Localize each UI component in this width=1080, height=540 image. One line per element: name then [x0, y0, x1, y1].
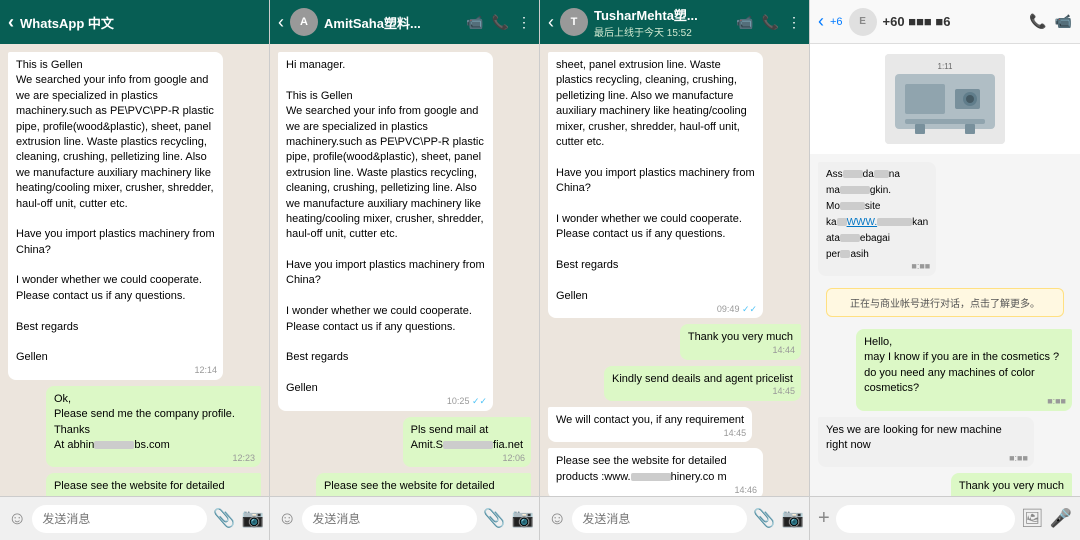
- video-icon[interactable]: 📹: [1055, 13, 1072, 30]
- machine-image: 1:11: [885, 54, 1005, 144]
- panel-tusharmehta: ‹ T TusharMehta塑... 最后上线于今天 15:52 📹 📞 ⋮ …: [540, 0, 810, 540]
- panel1-header: ‹ WhatsApp 中文: [0, 0, 269, 44]
- msg-time: 12:14: [195, 364, 218, 377]
- msg-bubble: We will contact you, if any requirement …: [548, 407, 752, 442]
- panel1-title: WhatsApp 中文: [20, 13, 261, 32]
- avatar: A: [290, 8, 318, 36]
- business-notice[interactable]: 正在与商业帐号进行对话，点击了解更多。: [826, 288, 1064, 317]
- msg-time: 12:06: [502, 452, 525, 465]
- msg-time: ■:■■: [1009, 452, 1028, 465]
- msg-time: ■:■■: [911, 260, 930, 273]
- message-input[interactable]: [302, 505, 477, 533]
- avatar: E: [849, 8, 877, 36]
- svg-text:1:11: 1:11: [938, 62, 954, 71]
- message-input[interactable]: [32, 505, 207, 533]
- msg-time: 14:46: [735, 484, 758, 496]
- more-icon[interactable]: ⋮: [517, 14, 531, 31]
- msg-time: 12:23: [232, 452, 255, 465]
- msg-bubble: Yes we are looking for new machine right…: [818, 417, 1034, 468]
- message-input[interactable]: [836, 505, 1015, 533]
- msg-time: ■:■■: [1047, 395, 1066, 408]
- back-icon[interactable]: ‹: [278, 12, 284, 33]
- msg-bubble: Hi manager.This is GellenWe searched you…: [278, 52, 493, 411]
- emoji-icon[interactable]: ☺: [548, 508, 566, 529]
- emoji-icon[interactable]: ☺: [278, 508, 296, 529]
- msg-bubble: Thank you very much ✓✓: [951, 473, 1072, 496]
- camera-icon[interactable]: 📷: [782, 508, 804, 529]
- panel-contact: ‹ +6 E +60 ■■■ ■6 📞 📹 1:11: [810, 0, 1080, 540]
- mic-icon[interactable]: 🎤: [1050, 508, 1072, 529]
- contact-count: +6: [830, 16, 843, 28]
- panel-whatsapp-chinese: ‹ WhatsApp 中文 This is GellenWe searched …: [0, 0, 270, 540]
- panel2-title: AmitSaha塑料...: [324, 13, 466, 32]
- panel4-messages: Assdana magkin. Mosite kaWWW.kan ataebag…: [810, 154, 1080, 496]
- panel3-title: TusharMehta塑...: [594, 5, 736, 24]
- panel2-messages: Hi manager.This is GellenWe searched you…: [270, 44, 539, 496]
- plus-icon[interactable]: +: [818, 507, 830, 530]
- msg-bubble: Pls send mail atAmit.Sfia.net 12:06: [403, 417, 531, 468]
- msg-bubble: Thank you very much 14:44: [680, 324, 801, 359]
- msg-bubble: Assdana magkin. Mosite kaWWW.kan ataebag…: [818, 162, 936, 276]
- panel2-header: ‹ A AmitSaha塑料... 📹 📞 ⋮: [270, 0, 539, 44]
- msg-time: 14:44: [772, 344, 795, 357]
- panel3-header: ‹ T TusharMehta塑... 最后上线于今天 15:52 📹 📞 ⋮: [540, 0, 809, 44]
- panel3-input-bar: ☺ 📎 📷 🎤: [540, 496, 809, 540]
- msg-bubble: Ok,Please send me the company profile. T…: [46, 386, 261, 468]
- back-icon[interactable]: ‹: [548, 12, 554, 33]
- panel2-input-bar: ☺ 📎 📷 🎤: [270, 496, 539, 540]
- back-icon[interactable]: ‹: [818, 11, 824, 32]
- msg-time: ✓✓: [1051, 493, 1066, 496]
- panel1-input-bar: ☺ 📎 📷 🎤: [0, 496, 269, 540]
- machine-svg: 1:11: [885, 54, 1005, 144]
- gallery-icon[interactable]: 🖼: [1021, 508, 1044, 529]
- video-icon[interactable]: 📹: [466, 14, 483, 31]
- msg-bubble: Hello,may I know if you are in the cosme…: [856, 329, 1072, 411]
- phone-icon[interactable]: 📞: [492, 14, 509, 31]
- panel4-title: +60 ■■■ ■6: [883, 14, 1030, 29]
- attach-icon[interactable]: 📎: [483, 508, 505, 529]
- camera-icon[interactable]: 📷: [512, 508, 534, 529]
- phone-icon[interactable]: 📞: [1029, 13, 1046, 30]
- msg-time: 09:49 ✓✓: [717, 303, 757, 316]
- avatar: T: [560, 8, 588, 36]
- msg-time: 10:25 ✓✓: [447, 395, 487, 408]
- camera-icon[interactable]: 📷: [242, 508, 264, 529]
- panel4-header: ‹ +6 E +60 ■■■ ■6 📞 📹: [810, 0, 1080, 44]
- panel3-subtitle: 最后上线于今天 15:52: [594, 24, 736, 39]
- attach-icon[interactable]: 📎: [213, 508, 235, 529]
- video-icon[interactable]: 📹: [736, 14, 753, 31]
- back-icon[interactable]: ‹: [8, 12, 14, 33]
- contact-image-section: 1:11: [810, 44, 1080, 154]
- attach-icon[interactable]: 📎: [753, 508, 775, 529]
- message-input[interactable]: [572, 505, 747, 533]
- msg-time: 14:45: [724, 427, 747, 440]
- msg-bubble: Please see the website for detailed prod…: [548, 448, 763, 496]
- msg-bubble: Please see the website for detailed prod…: [316, 473, 531, 496]
- msg-bubble: Kindly send deails and agent pricelist 1…: [604, 366, 801, 401]
- msg-bubble: This is GellenWe searched your info from…: [8, 52, 223, 380]
- panel4-input-bar: + 🖼 🎤: [810, 496, 1080, 540]
- msg-time: 14:45: [772, 385, 795, 398]
- panel3-messages: sheet, panel extrusion line. Waste plast…: [540, 44, 809, 496]
- msg-bubble: sheet, panel extrusion line. Waste plast…: [548, 52, 763, 318]
- msg-bubble: Please see the website for detailed prod…: [46, 473, 261, 496]
- more-icon[interactable]: ⋮: [787, 14, 801, 31]
- emoji-icon[interactable]: ☺: [8, 508, 26, 529]
- phone-icon[interactable]: 📞: [762, 14, 779, 31]
- panel1-messages: This is GellenWe searched your info from…: [0, 44, 269, 496]
- panel-amitsaha: ‹ A AmitSaha塑料... 📹 📞 ⋮ Hi manager.This …: [270, 0, 540, 540]
